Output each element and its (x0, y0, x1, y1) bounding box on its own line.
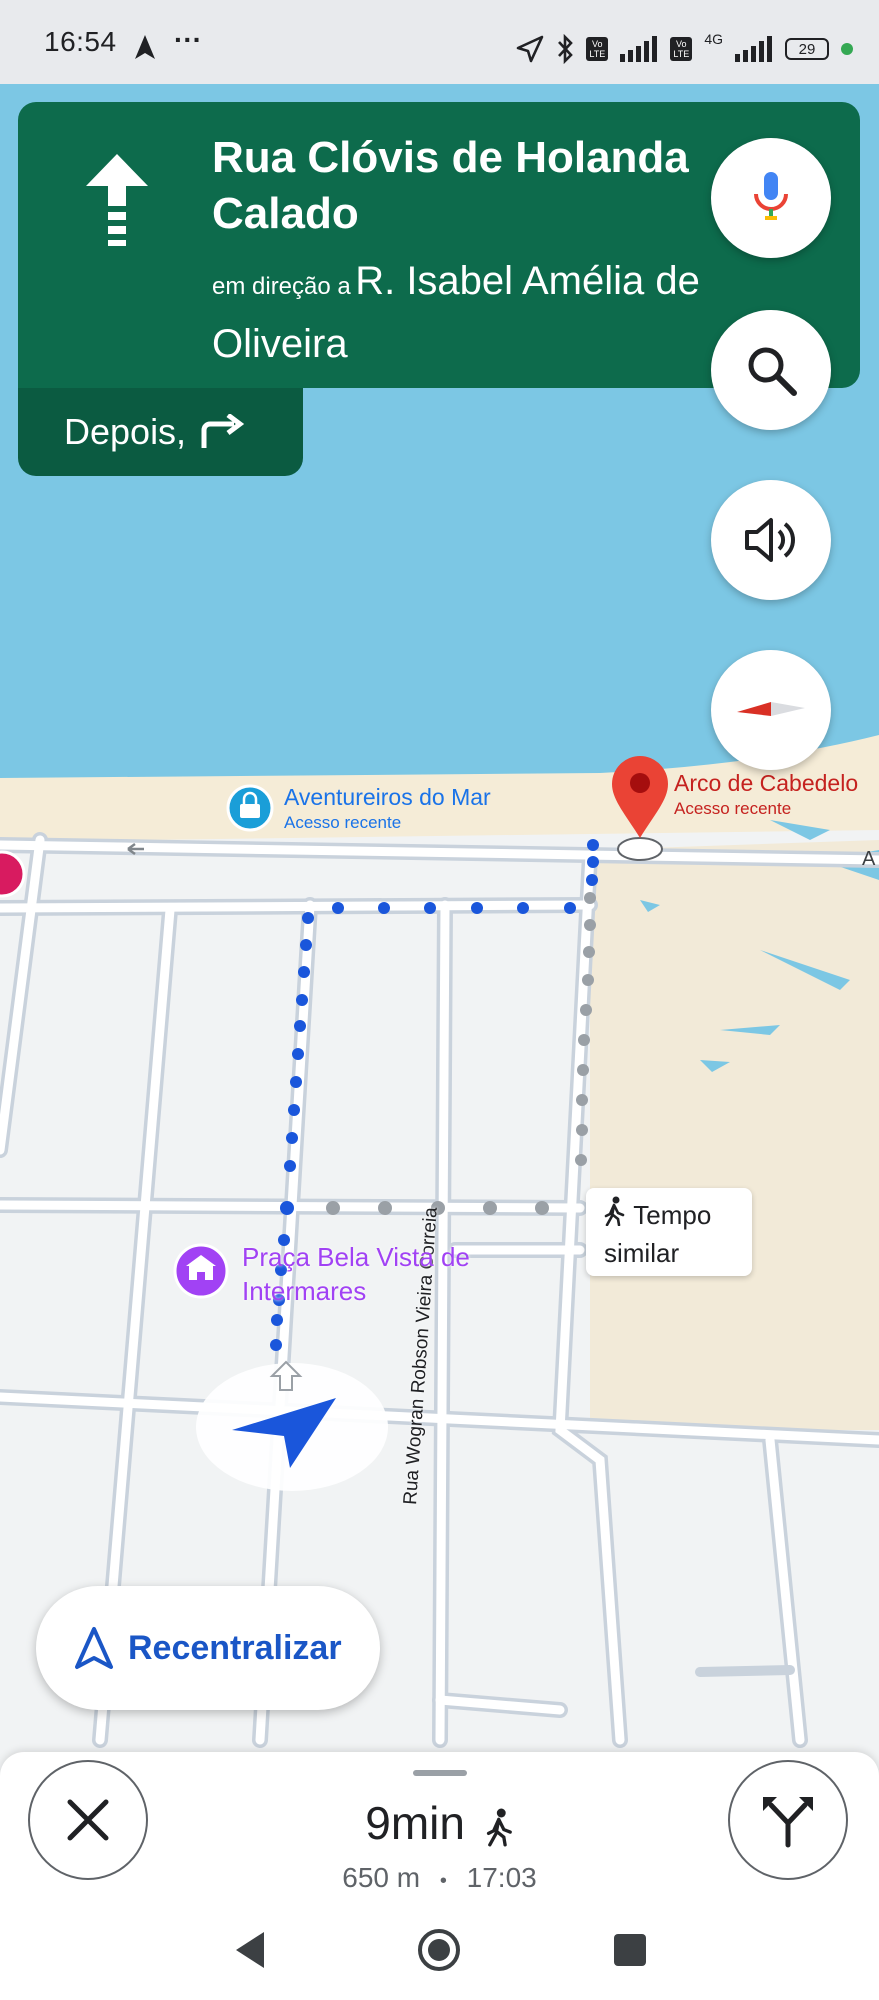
status-bar: 16:54 ··· Vo LTE Vo LTE 4G 29 (0, 0, 879, 84)
navigation-status-icon (135, 35, 155, 59)
more-notifications-icon: ··· (174, 24, 202, 55)
status-icons: Vo LTE Vo LTE 4G 29 (516, 31, 853, 64)
straight-arrow-icon (86, 154, 148, 246)
alternate-route-tip[interactable]: Tempo similar (586, 1188, 752, 1276)
mic-icon (754, 172, 788, 220)
sand-area (590, 840, 879, 1430)
edge-label: A (862, 848, 876, 870)
alternate-routes-button[interactable] (728, 1760, 848, 1880)
volte-icon: Vo LTE (586, 37, 609, 61)
arrival-time: 17:03 (466, 1862, 537, 1893)
walking-icon (486, 1808, 512, 1847)
sheet-drag-handle[interactable] (413, 1770, 467, 1776)
monument-icon[interactable] (173, 1243, 229, 1299)
signal-icon-2 (735, 36, 772, 62)
compass-button[interactable] (711, 650, 831, 770)
status-time: 16:54 (44, 26, 117, 57)
volume-icon (745, 518, 795, 562)
compass-icon (737, 702, 805, 716)
poi-aventureiros[interactable]: Aventureiros do Mar Acesso recente (284, 784, 491, 836)
trip-summary-sheet[interactable]: 9min 650 m • 17:03 (0, 1752, 879, 1900)
poi-praca-bela-vista[interactable]: Praça Bela Vista de Intermares (242, 1240, 472, 1308)
towards-text: em direção a R. Isabel Amélia de Oliveir… (212, 259, 700, 366)
walking-icon (604, 1196, 626, 1234)
search-icon (748, 347, 797, 396)
voice-search-button[interactable] (711, 138, 831, 258)
sound-button[interactable] (711, 480, 831, 600)
turn-right-arrow-icon (201, 414, 245, 448)
trip-distance: 650 m (342, 1862, 421, 1893)
home-icon[interactable] (416, 1927, 462, 1973)
battery-icon: 29 (785, 38, 829, 60)
volte-icon-2: Vo LTE (670, 37, 693, 61)
current-street: Rua Clóvis de Holanda Calado (212, 133, 689, 238)
recenter-button[interactable]: Recentralizar (36, 1586, 380, 1710)
trip-details: 650 m • 17:03 (342, 1862, 537, 1893)
system-navigation-bar (0, 1900, 879, 2000)
next-maneuver[interactable]: Depois, (18, 388, 303, 476)
signal-icon (620, 36, 658, 62)
current-location-icon (196, 1360, 388, 1491)
privacy-dot-icon (841, 43, 853, 55)
poi-arco-de-cabedelo[interactable]: Arco de Cabedelo Acesso recente (674, 770, 858, 822)
network-type: 4G (704, 31, 723, 47)
fork-routes-icon (763, 1797, 813, 1848)
location-icon (517, 35, 544, 63)
recents-icon[interactable] (614, 1934, 646, 1966)
shopping-bag-icon[interactable] (226, 784, 274, 832)
bluetooth-icon (558, 34, 574, 64)
search-button[interactable] (711, 310, 831, 430)
navigation-arrow-icon (75, 1627, 113, 1669)
back-icon[interactable] (232, 1930, 268, 1970)
